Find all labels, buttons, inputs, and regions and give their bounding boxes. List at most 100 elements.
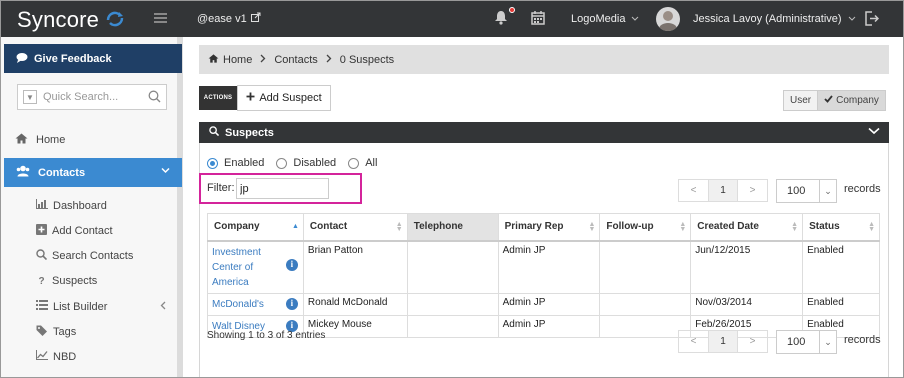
chevron-down-icon[interactable] [868, 126, 880, 138]
add-suspect-button[interactable]: Add Suspect [237, 85, 331, 111]
breadcrumb-home[interactable]: Home [223, 54, 252, 66]
breadcrumb-contacts[interactable]: Contacts [274, 54, 317, 66]
user-menu[interactable]: Jessica Lavoy (Administrative) [693, 13, 856, 25]
env-link[interactable]: @ease v1 [197, 12, 261, 25]
col-header-created-date[interactable]: Created Date ▲ ▼ [690, 213, 804, 242]
rep-cell: Admin JP [497, 292, 601, 316]
info-icon[interactable]: i [285, 297, 298, 310]
toggle-company-button[interactable]: Company [818, 91, 885, 110]
env-label: @ease v1 [197, 12, 247, 25]
sidebar-sub-list-builder[interactable]: List Builder [36, 300, 166, 313]
radio-enabled[interactable] [207, 157, 218, 169]
search-icon[interactable] [148, 90, 161, 106]
chevron-down-icon [631, 13, 639, 25]
status-cell: Enabled [802, 292, 880, 316]
comment-icon [16, 52, 28, 66]
page-prev-button[interactable]: < [679, 180, 708, 201]
page-size-select[interactable]: 100 ⌄ [776, 330, 837, 354]
actions-tag: ACTIONS [199, 86, 237, 110]
table-row[interactable]: Investment Center of America i Brian Patt… [207, 240, 880, 294]
radio-all-label: All [365, 157, 378, 169]
plus-icon [246, 92, 255, 104]
org-label: LogoMedia [571, 13, 626, 25]
table-row[interactable]: McDonald's i Ronald McDonald Admin JP Nov… [207, 292, 880, 316]
app-logo[interactable]: Syncore [17, 7, 125, 33]
created-cell: Jun/12/2015 [690, 240, 804, 294]
page-size-select[interactable]: 100 ⌄ [776, 179, 837, 203]
page-next-button[interactable]: > [738, 180, 767, 201]
records-label: records [844, 334, 881, 346]
col-header-company[interactable]: Company ▲ [207, 213, 304, 242]
sort-asc-icon: ▲ [291, 223, 299, 230]
col-header-status[interactable]: Status ▲ ▼ [802, 213, 880, 242]
toggle-company-label: Company [836, 95, 879, 106]
logout-icon[interactable] [865, 11, 880, 29]
sidebar-scrollbar[interactable] [177, 37, 183, 377]
list-icon [36, 300, 48, 313]
company-link[interactable]: Investment Center of America i [207, 240, 304, 294]
sidebar-item-label: Contacts [38, 166, 86, 179]
search-icon [36, 249, 48, 263]
sidebar-sub-label: List Builder [53, 300, 108, 313]
page-current-button[interactable]: 1 [708, 180, 738, 201]
company-link[interactable]: McDonald's i [207, 292, 304, 316]
toggle-user-label: User [790, 95, 812, 106]
bell-icon[interactable] [494, 10, 508, 28]
quick-search-input[interactable]: ▼ Quick Search... [17, 84, 167, 110]
col-header-telephone[interactable]: Telephone [406, 213, 499, 242]
sidebar-sub-dashboard[interactable]: Dashboard [36, 199, 107, 212]
give-feedback-button[interactable]: Give Feedback [4, 44, 182, 73]
plus-square-icon [36, 224, 47, 238]
avatar[interactable] [656, 7, 680, 31]
sidebar-sub-search-contacts[interactable]: Search Contacts [36, 249, 133, 263]
sidebar-item-home[interactable]: Home [15, 133, 65, 147]
col-header-label: Contact [309, 221, 348, 233]
chevron-down-icon [161, 166, 170, 177]
col-header-label: Created Date [697, 221, 759, 233]
page-prev-button[interactable]: < [679, 331, 708, 352]
home-icon[interactable] [208, 53, 219, 66]
sidebar-item-contacts[interactable]: Contacts [4, 158, 182, 187]
suspects-table: Company ▲ Contact ▲ ▼ Telephone Primary Rep… [207, 213, 880, 338]
radio-disabled[interactable] [276, 157, 288, 169]
filter-input[interactable] [236, 178, 329, 199]
sidebar-sub-label: Add Contact [52, 225, 113, 237]
sort-icon: ▲ ▼ [868, 221, 875, 233]
search-icon [209, 126, 220, 139]
company-name[interactable]: Investment Center of America [212, 247, 261, 288]
chevron-right-icon [326, 54, 332, 66]
sidebar-sub-add-contact[interactable]: Add Contact [36, 224, 113, 238]
user-label: Jessica Lavoy (Administrative) [693, 13, 842, 25]
telephone-cell [406, 292, 499, 316]
sidebar-sub-label: Search Contacts [52, 250, 134, 262]
page-current-button[interactable]: 1 [708, 331, 738, 352]
chevron-right-icon [260, 54, 266, 66]
col-header-primary-rep[interactable]: Primary Rep ▲ ▼ [497, 213, 601, 242]
chevron-down-icon[interactable]: ▼ [23, 90, 37, 104]
menu-toggle-icon[interactable] [154, 13, 167, 24]
calendar-icon[interactable] [531, 10, 545, 28]
page-next-button[interactable]: > [738, 331, 767, 352]
sort-icon: ▲ ▼ [588, 221, 596, 233]
sidebar-item-label: Home [36, 134, 66, 146]
toggle-user-button[interactable]: User [784, 91, 819, 110]
col-header-label: Telephone [413, 221, 463, 233]
chevron-down-icon: ⌄ [819, 331, 836, 353]
check-icon [824, 95, 833, 106]
add-suspect-label: Add Suspect [259, 92, 322, 104]
suspects-panel-header[interactable]: Suspects [199, 122, 889, 143]
sidebar-sub-suspects[interactable]: ? Suspects [36, 275, 97, 287]
col-header-follow-up[interactable]: Follow-up ▲ ▼ [599, 213, 692, 242]
sidebar-sub-nbd[interactable]: NBD [36, 350, 76, 363]
external-link-icon [250, 12, 261, 25]
info-icon[interactable]: i [285, 258, 298, 271]
org-switcher[interactable]: LogoMedia [571, 13, 639, 25]
sidebar-sub-label: Dashboard [53, 199, 107, 212]
radio-disabled-label: Disabled [293, 157, 337, 169]
quick-search-placeholder: Quick Search... [43, 91, 119, 103]
radio-all[interactable] [348, 157, 360, 169]
sidebar-sub-label: Suspects [52, 275, 98, 287]
company-name[interactable]: McDonald's [212, 299, 264, 310]
col-header-contact[interactable]: Contact ▲ ▼ [302, 213, 408, 242]
sidebar-sub-tags[interactable]: Tags [36, 325, 76, 339]
